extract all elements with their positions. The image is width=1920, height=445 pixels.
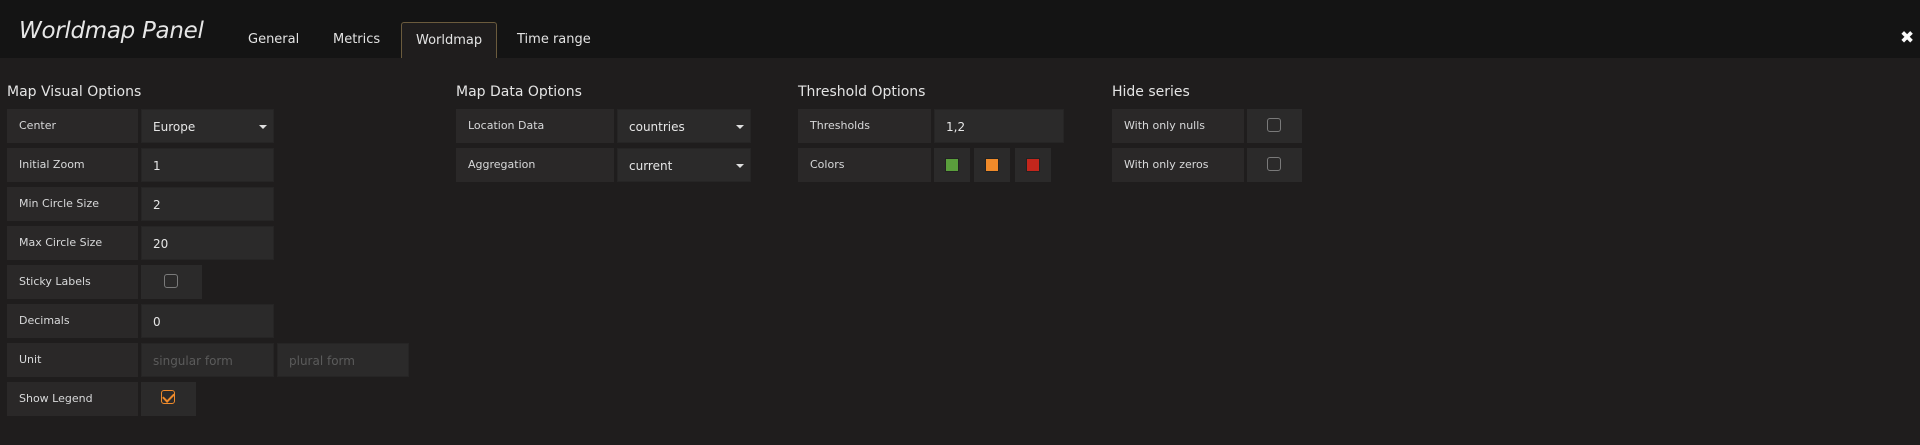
only-nulls-label: With only nulls bbox=[1112, 109, 1244, 143]
show-legend-checkbox-wrap[interactable] bbox=[141, 382, 196, 416]
location-data-label: Location Data bbox=[456, 109, 614, 143]
hide-series-title: Hide series bbox=[1112, 84, 1190, 100]
color-swatch-critical[interactable] bbox=[1026, 158, 1040, 172]
center-label: Center bbox=[7, 109, 138, 143]
sticky-labels-label: Sticky Labels bbox=[7, 265, 138, 299]
color-picker-ok[interactable] bbox=[934, 148, 970, 182]
thresholds-input[interactable]: 1,2 bbox=[934, 109, 1064, 143]
map-visual-options-title: Map Visual Options bbox=[7, 84, 142, 100]
checkbox-icon[interactable] bbox=[1267, 157, 1281, 171]
tab-metrics[interactable]: Metrics bbox=[319, 22, 394, 58]
only-zeros-label: With only zeros bbox=[1112, 148, 1244, 182]
color-picker-critical[interactable] bbox=[1015, 148, 1051, 182]
min-circle-size-label: Min Circle Size bbox=[7, 187, 138, 221]
min-circle-size-input[interactable]: 2 bbox=[141, 187, 274, 221]
chevron-down-icon bbox=[736, 164, 744, 168]
aggregation-select[interactable]: current bbox=[617, 148, 751, 182]
chevron-down-icon bbox=[259, 125, 267, 129]
max-circle-size-label: Max Circle Size bbox=[7, 226, 138, 260]
aggregation-value: current bbox=[629, 159, 673, 173]
initial-zoom-input[interactable]: 1 bbox=[141, 148, 274, 182]
initial-zoom-label: Initial Zoom bbox=[7, 148, 138, 182]
tab-worldmap[interactable]: Worldmap bbox=[401, 22, 498, 58]
panel-title: Worldmap Panel bbox=[19, 18, 204, 44]
unit-singular-input[interactable]: singular form bbox=[141, 343, 274, 377]
only-zeros-checkbox-wrap[interactable] bbox=[1247, 148, 1302, 182]
unit-plural-input[interactable]: plural form bbox=[277, 343, 409, 377]
only-nulls-checkbox-wrap[interactable] bbox=[1247, 109, 1302, 143]
center-select[interactable]: Europe bbox=[141, 109, 274, 143]
colors-label: Colors bbox=[798, 148, 931, 182]
aggregation-label: Aggregation bbox=[456, 148, 614, 182]
unit-label: Unit bbox=[7, 343, 138, 377]
center-select-value: Europe bbox=[153, 120, 196, 134]
color-swatch-warning[interactable] bbox=[985, 158, 999, 172]
thresholds-label: Thresholds bbox=[798, 109, 931, 143]
checkbox-icon[interactable] bbox=[164, 274, 178, 288]
editor-header: Worldmap Panel General Metrics Worldmap … bbox=[0, 0, 1920, 58]
decimals-label: Decimals bbox=[7, 304, 138, 338]
chevron-down-icon bbox=[736, 125, 744, 129]
color-picker-warning[interactable] bbox=[974, 148, 1010, 182]
location-data-value: countries bbox=[629, 120, 685, 134]
tab-time-range[interactable]: Time range bbox=[503, 22, 605, 58]
map-data-options-title: Map Data Options bbox=[456, 84, 582, 100]
checkbox-icon[interactable] bbox=[1267, 118, 1281, 132]
show-legend-label: Show Legend bbox=[7, 382, 138, 416]
decimals-input[interactable]: 0 bbox=[141, 304, 274, 338]
sticky-labels-checkbox-wrap[interactable] bbox=[141, 265, 202, 299]
tab-general[interactable]: General bbox=[234, 22, 313, 58]
threshold-options-title: Threshold Options bbox=[798, 84, 926, 100]
checkbox-checked-icon[interactable] bbox=[161, 390, 175, 404]
color-swatch-ok[interactable] bbox=[945, 158, 959, 172]
close-icon[interactable]: ✖ bbox=[1900, 28, 1914, 48]
location-data-select[interactable]: countries bbox=[617, 109, 751, 143]
max-circle-size-input[interactable]: 20 bbox=[141, 226, 274, 260]
